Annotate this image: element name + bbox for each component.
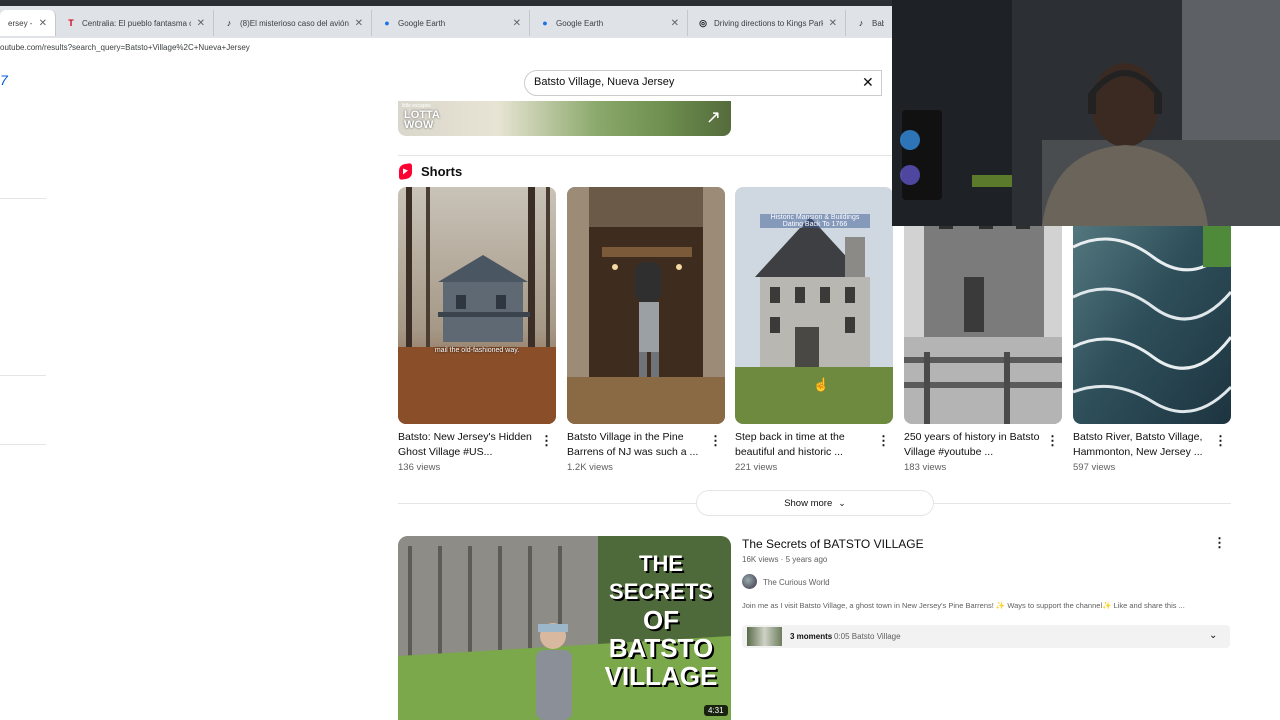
- short-views-1: 136 views: [398, 462, 441, 473]
- ad-brand-logo: LOTTA WOW: [404, 109, 440, 131]
- screen: { "browser": { "tabs": [ {"label": "erse…: [0, 0, 1280, 720]
- tiktok-icon: ♪: [226, 18, 232, 28]
- tab-label: Driving directions to Kings Park: [714, 18, 823, 28]
- tab-label: (8)El misterioso caso del avión: [240, 18, 349, 28]
- video-description: Join me as I visit Batsto Village, a gho…: [742, 601, 1185, 610]
- thumb-text: THE SECRETS: [609, 551, 713, 604]
- tab-label: Centralia: El pueblo fantasma c: [82, 18, 191, 28]
- tab-tiktok-2[interactable]: ♪ Baby: [848, 10, 892, 36]
- close-icon[interactable]: ✕: [671, 18, 679, 29]
- url-text: outube.com/results?search_query=Batsto+V…: [0, 43, 250, 52]
- short-title-3[interactable]: Step back in time at the beautiful and h…: [735, 430, 875, 460]
- close-icon[interactable]: ✕: [197, 18, 205, 29]
- google-earth-icon: ●: [384, 18, 390, 28]
- close-icon[interactable]: ✕: [39, 18, 47, 29]
- short-banner-line-1: Historic Mansion & Buildings: [770, 214, 860, 221]
- short-caption: mail the old-fashioned way.: [434, 347, 520, 354]
- clear-search-icon[interactable]: ✕: [862, 74, 874, 91]
- video-title[interactable]: The Secrets of BATSTO VILLAGE: [742, 537, 924, 551]
- video-duration: 4:31: [704, 705, 728, 716]
- tiktok-icon: ♪: [858, 18, 864, 28]
- google-earth-icon: ●: [542, 18, 548, 28]
- tab-telemundo[interactable]: T Centralia: El pueblo fantasma c ✕: [58, 10, 214, 36]
- chevron-down-icon[interactable]: ⌄: [1209, 630, 1217, 641]
- tab-label: ersey - Y: [8, 18, 33, 28]
- moment-thumbnail: [747, 627, 782, 646]
- moments-detail: 0:05 Batsto Village: [834, 632, 901, 641]
- sidebar-divider: [0, 375, 46, 376]
- short-views-3: 221 views: [735, 462, 778, 473]
- more-options-icon[interactable]: ⋮: [1046, 434, 1059, 447]
- tab-google-earth-1[interactable]: ● Google Earth ✕: [374, 10, 530, 36]
- sidebar-icon[interactable]: 7: [0, 72, 8, 88]
- search-query: Batsto Village, Nueva Jersey: [534, 76, 675, 88]
- external-link-icon[interactable]: ↗: [706, 107, 721, 128]
- tab-youtube[interactable]: ersey - Y ✕: [0, 10, 56, 36]
- more-options-icon[interactable]: ⋮: [709, 434, 722, 447]
- more-options-icon[interactable]: ⋮: [1213, 536, 1226, 549]
- tab-tiktok-1[interactable]: ♪ (8)El misterioso caso del avión ✕: [216, 10, 372, 36]
- short-thumbnail-1[interactable]: mail the old-fashioned way.: [398, 187, 556, 424]
- short-title-2[interactable]: Batsto Village in the Pine Barrens of NJ…: [567, 430, 707, 460]
- short-title-5[interactable]: Batsto River, Batsto Village, Hammonton,…: [1073, 430, 1213, 460]
- short-thumbnail-2[interactable]: [567, 187, 725, 424]
- maps-icon: ◎: [699, 17, 707, 28]
- short-banner: Historic Mansion & Buildings Dating Back…: [760, 214, 870, 228]
- short-views-4: 183 views: [904, 462, 947, 473]
- more-options-icon[interactable]: ⋮: [1214, 434, 1227, 447]
- tab-google-earth-2[interactable]: ● Google Earth ✕: [532, 10, 688, 36]
- sidebar-divider: [0, 444, 46, 445]
- tab-label: Baby: [872, 18, 884, 28]
- more-options-icon[interactable]: ⋮: [877, 434, 890, 447]
- menu-icon[interactable]: ⁝: [1262, 56, 1265, 67]
- tab-label: Google Earth: [398, 18, 446, 28]
- address-bar[interactable]: outube.com/results?search_query=Batsto+V…: [0, 38, 892, 60]
- avatar[interactable]: [742, 574, 757, 589]
- video-thumbnail[interactable]: THE SECRETS OF BATSTO VILLAGE: [398, 536, 731, 720]
- sidebar-divider: [0, 198, 46, 199]
- thumb-text: OF: [642, 605, 680, 635]
- shorts-heading: Shorts: [421, 164, 463, 179]
- telemundo-icon: T: [68, 18, 74, 28]
- show-more-button[interactable]: Show more ⌄: [696, 490, 934, 516]
- webcam-overlay: [892, 0, 1280, 226]
- short-views-2: 1.2K views: [567, 462, 613, 473]
- browser-tab-bar: ersey - Y ✕ T Centralia: El pueblo fanta…: [0, 0, 892, 38]
- more-options-icon[interactable]: ⋮: [540, 434, 553, 447]
- short-title-4[interactable]: 250 years of history in Batsto Village #…: [904, 430, 1044, 460]
- ad-banner[interactable]: little escapes LOTTA WOW ↗: [398, 101, 731, 136]
- close-icon[interactable]: ✕: [513, 18, 521, 29]
- tab-driving-directions[interactable]: ◎ Driving directions to Kings Park ✕: [690, 10, 846, 36]
- short-banner-line-2: Dating Back To 1766: [782, 221, 848, 228]
- cursor-icon: ☝: [813, 377, 830, 392]
- chevron-down-icon: ⌄: [838, 497, 846, 508]
- thumb-text: BATSTO: [608, 633, 714, 663]
- shorts-icon: [399, 162, 412, 181]
- video-meta: 16K views · 5 years ago: [742, 555, 828, 564]
- close-icon[interactable]: ✕: [355, 18, 363, 29]
- tab-label: Google Earth: [556, 18, 604, 28]
- thumb-text: VILLAGE: [604, 661, 718, 691]
- show-more-label: Show more: [784, 497, 833, 509]
- short-views-5: 597 views: [1073, 462, 1116, 473]
- short-title-1[interactable]: Batsto: New Jersey's Hidden Ghost Villag…: [398, 430, 538, 460]
- close-icon[interactable]: ✕: [829, 18, 837, 29]
- channel-name[interactable]: The Curious World: [763, 578, 830, 587]
- moments-count: 3 moments: [790, 632, 833, 641]
